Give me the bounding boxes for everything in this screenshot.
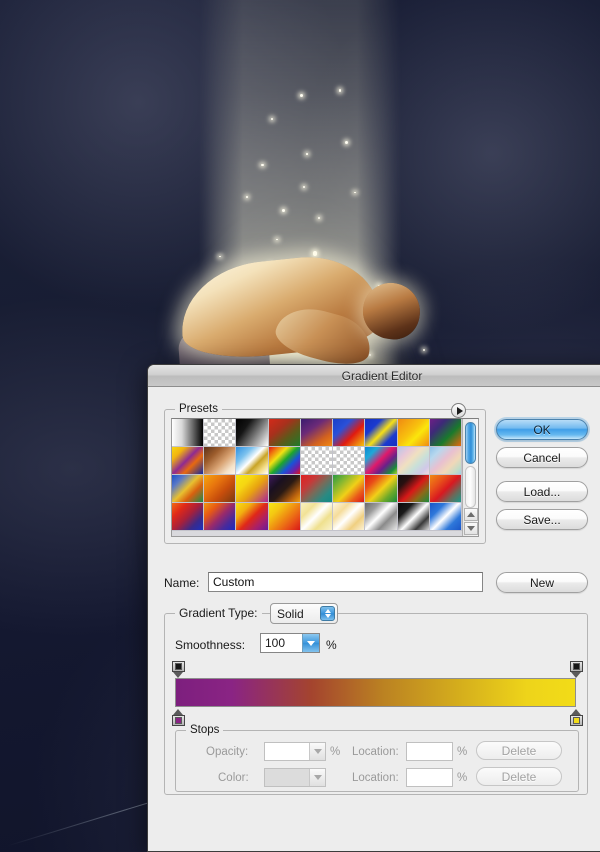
gradient-preview-bar[interactable] <box>175 678 576 707</box>
preset-swatch-orange-red-blue[interactable] <box>172 503 205 531</box>
preset-swatch-red-teal[interactable] <box>300 475 334 503</box>
preset-swatch-foreground-to-transparent[interactable] <box>204 419 237 447</box>
dialog-body: Presets OK Cancel Load... Save... New Na… <box>148 387 600 851</box>
preset-swatch-yellow-magenta[interactable] <box>236 475 269 503</box>
preset-swatch-orange-yellow-orange[interactable] <box>397 419 430 447</box>
color-label: Color: <box>218 772 249 784</box>
preset-swatch-yellow-orange-red[interactable] <box>268 503 301 531</box>
triangle-down-icon[interactable] <box>464 522 478 535</box>
chevron-down-icon <box>309 769 325 786</box>
preset-swatch-transparent-rainbow[interactable] <box>300 447 334 475</box>
preset-swatch-grid[interactable] <box>172 419 462 536</box>
preset-swatch-pastel-rainbow[interactable] <box>397 447 430 475</box>
preset-swatch-blue-red-yellow[interactable] <box>333 419 366 447</box>
gradient-type-label: Gradient Type: <box>175 606 262 620</box>
smoothness-combo[interactable]: 100 <box>260 633 320 653</box>
preset-swatch-transparent-stripes[interactable] <box>333 447 366 475</box>
preset-swatch-yellow-violet-orange-blue[interactable] <box>172 447 205 475</box>
stops-legend: Stops <box>186 724 224 736</box>
preset-swatch-chrome[interactable] <box>236 447 269 475</box>
preset-swatch-violet-green-orange[interactable] <box>429 419 462 447</box>
preset-swatch-violet-black-orange[interactable] <box>268 475 301 503</box>
dialog-titlebar[interactable]: Gradient Editor <box>148 365 600 387</box>
opacity-location-label: Location: <box>352 746 399 758</box>
cancel-button[interactable]: Cancel <box>496 447 588 468</box>
preset-swatch-orange-violet-blue[interactable] <box>204 503 237 531</box>
preset-swatch-blue-green-pink[interactable] <box>365 447 398 475</box>
stops-group: Stops Opacity: % Location: % Delete Colo… <box>175 724 579 792</box>
new-button[interactable]: New <box>496 572 588 593</box>
stepper-updown-icon[interactable] <box>320 606 335 621</box>
color-location-label: Location: <box>352 772 399 784</box>
name-label: Name: <box>164 576 200 590</box>
color-stop-marker[interactable] <box>570 709 583 726</box>
opacity-location-unit: % <box>457 746 468 758</box>
preset-swatch-violet-orange[interactable] <box>300 419 334 447</box>
opacity-label: Opacity: <box>206 746 249 758</box>
scrollbar-thumb[interactable] <box>465 422 476 464</box>
preset-swatch-blue-yellow-blue[interactable] <box>365 419 398 447</box>
preset-swatch-black-silver[interactable] <box>397 503 430 531</box>
opacity-location-input <box>406 742 453 761</box>
opacity-stop-marker[interactable] <box>570 661 583 678</box>
opacity-input <box>264 742 326 761</box>
preset-swatch-spectrum[interactable] <box>268 447 301 475</box>
load-button[interactable]: Load... <box>496 481 588 502</box>
preset-swatch-orange-brown[interactable] <box>204 475 237 503</box>
save-button[interactable]: Save... <box>496 509 588 530</box>
color-delete-button: Delete <box>476 767 562 786</box>
presets-group: Presets <box>164 403 486 544</box>
gradient-type-select[interactable]: Solid <box>270 603 338 624</box>
gradient-type-value: Solid <box>277 606 304 621</box>
preset-swatch-foreground-to-background[interactable] <box>172 419 205 447</box>
color-swatch-input <box>264 768 326 787</box>
gradient-editor-dialog: Gradient Editor Presets OK Cancel Load..… <box>147 364 600 852</box>
opacity-stop-marker[interactable] <box>172 661 185 678</box>
preset-swatch-red-yellow-green[interactable] <box>365 475 398 503</box>
ok-button[interactable]: OK <box>496 419 588 440</box>
preset-swatch-black-white[interactable] <box>236 419 269 447</box>
presets-well <box>171 418 479 537</box>
chevron-down-icon[interactable] <box>302 634 319 652</box>
smoothness-label: Smoothness: <box>175 638 246 652</box>
preset-swatch-yellow-red-violet[interactable] <box>236 503 269 531</box>
smoothness-value: 100 <box>265 636 286 650</box>
preset-swatch-blue-orange-green[interactable] <box>172 475 205 503</box>
presets-scrollbar[interactable] <box>462 419 478 536</box>
preset-menu-triangle-icon[interactable] <box>451 403 466 418</box>
gradient-name-input[interactable] <box>208 572 483 592</box>
color-location-input <box>406 768 453 787</box>
preset-swatch-pastel-blue-pink[interactable] <box>429 447 462 475</box>
opacity-delete-button: Delete <box>476 741 562 760</box>
preset-swatch-green-yellow-red[interactable] <box>333 475 366 503</box>
preset-swatch-cream-gold[interactable] <box>333 503 366 531</box>
color-location-unit: % <box>457 772 468 784</box>
chevron-down-icon <box>309 743 325 760</box>
preset-swatch-copper[interactable] <box>204 447 237 475</box>
preset-swatch-red-green[interactable] <box>268 419 301 447</box>
triangle-up-icon[interactable] <box>464 508 478 521</box>
preset-swatch-orange-red-teal[interactable] <box>429 475 462 503</box>
scrollbar-track[interactable] <box>465 466 476 508</box>
smoothness-unit: % <box>326 638 337 652</box>
opacity-unit: % <box>330 746 341 758</box>
color-stop-marker[interactable] <box>172 709 185 726</box>
dialog-title: Gradient Editor <box>341 368 423 383</box>
gradient-type-group: Gradient Type: Solid Smoothness: 100 % S… <box>164 603 588 795</box>
presets-legend: Presets <box>175 403 222 415</box>
preset-swatch-pale-yellow-white[interactable] <box>300 503 334 531</box>
preset-swatch-blue-white[interactable] <box>429 503 462 531</box>
preset-swatch-silver[interactable] <box>365 503 398 531</box>
preset-swatch-black-red-green[interactable] <box>397 475 430 503</box>
